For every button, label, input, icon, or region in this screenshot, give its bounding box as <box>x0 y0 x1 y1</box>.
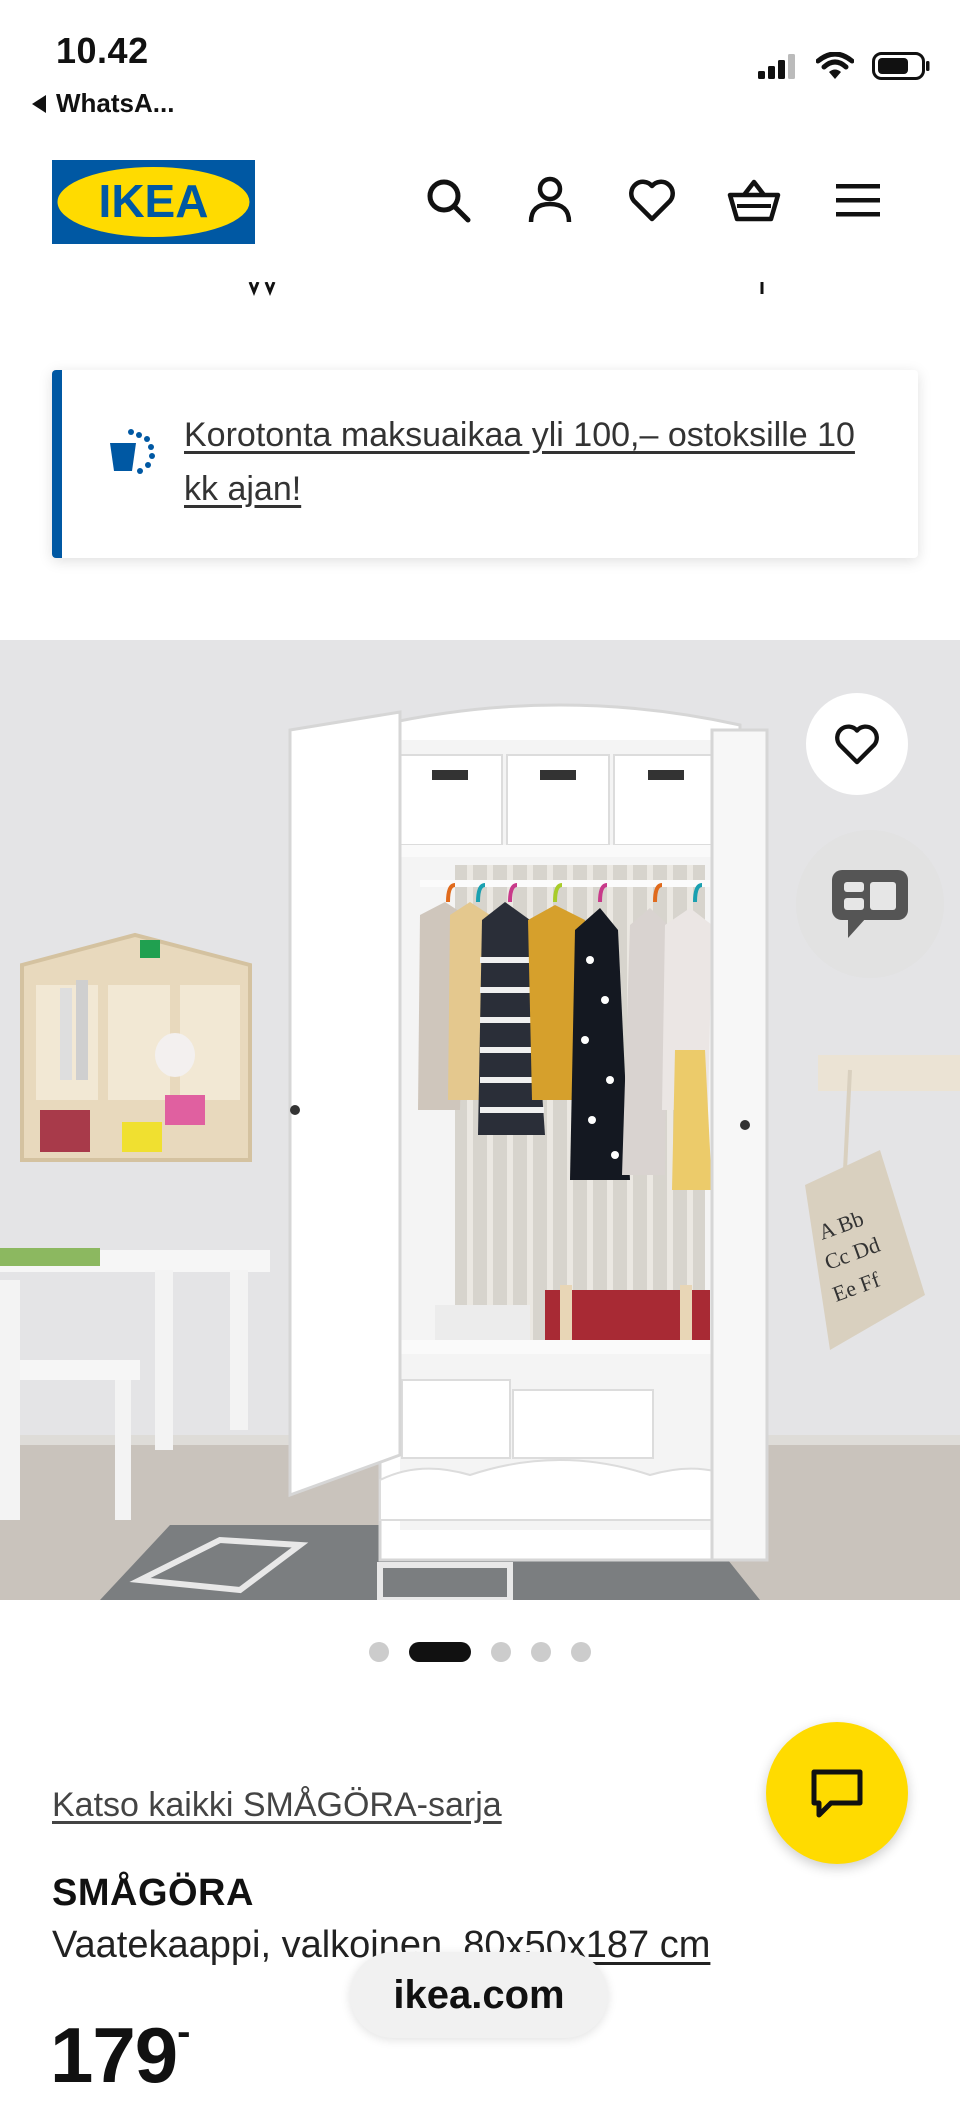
heart-icon <box>629 179 675 222</box>
payment-plan-icon <box>104 425 160 481</box>
product-image[interactable]: A Bb Cc Dd Ee Ff <box>0 640 960 1600</box>
customer-chat-button[interactable] <box>766 1722 908 1864</box>
back-to-app-link[interactable]: WhatsA... <box>32 88 174 119</box>
logo-text: IKEA <box>99 175 209 227</box>
heart-icon <box>835 724 879 765</box>
back-app-label: WhatsA... <box>56 88 175 118</box>
back-arrow-icon <box>32 94 46 113</box>
status-time: 10.42 <box>56 30 149 71</box>
account-button[interactable] <box>522 172 578 228</box>
search-button[interactable] <box>420 172 476 228</box>
gallery-dot[interactable] <box>491 1642 511 1662</box>
product-price: 179- <box>50 2010 190 2101</box>
gallery-dot[interactable] <box>571 1642 591 1662</box>
menu-button[interactable] <box>830 172 886 228</box>
basket-icon <box>727 179 781 222</box>
wardrobe-photo: A Bb Cc Dd Ee Ff <box>0 640 960 1600</box>
price-value: 179 <box>50 2011 178 2099</box>
price-suffix: - <box>177 2010 190 2054</box>
basket-button[interactable] <box>726 172 782 228</box>
payment-promo-banner[interactable]: Korotonta maksuaikaa yli 100,– ostoksill… <box>52 370 918 558</box>
gallery-dot-active[interactable] <box>409 1642 471 1662</box>
status-icons <box>758 52 930 80</box>
chat-bubble-icon <box>832 870 908 938</box>
chat-icon <box>811 1769 863 1818</box>
add-to-favourites-button[interactable] <box>806 693 908 795</box>
product-name: SMÅGÖRA <box>52 1872 254 1914</box>
search-icon <box>427 179 471 223</box>
ikea-logo[interactable]: IKEA <box>52 160 255 244</box>
banner-link-text[interactable]: Korotonta maksuaikaa yli 100,– ostoksill… <box>184 408 884 516</box>
scrolled-content-fragment <box>0 282 960 304</box>
battery-icon <box>872 52 930 80</box>
browser-url-bar[interactable]: ikea.com <box>350 1952 608 2038</box>
reviews-button[interactable] <box>796 830 944 978</box>
series-link[interactable]: Katso kaikki SMÅGÖRA-sarja <box>52 1786 502 1825</box>
account-icon <box>528 176 572 223</box>
gallery-pagination <box>0 1640 960 1664</box>
wifi-icon <box>816 52 854 79</box>
gallery-dot[interactable] <box>369 1642 389 1662</box>
cellular-signal-icon <box>758 54 795 79</box>
gallery-dot[interactable] <box>531 1642 551 1662</box>
menu-icon <box>836 184 880 217</box>
favourites-button[interactable] <box>624 172 680 228</box>
